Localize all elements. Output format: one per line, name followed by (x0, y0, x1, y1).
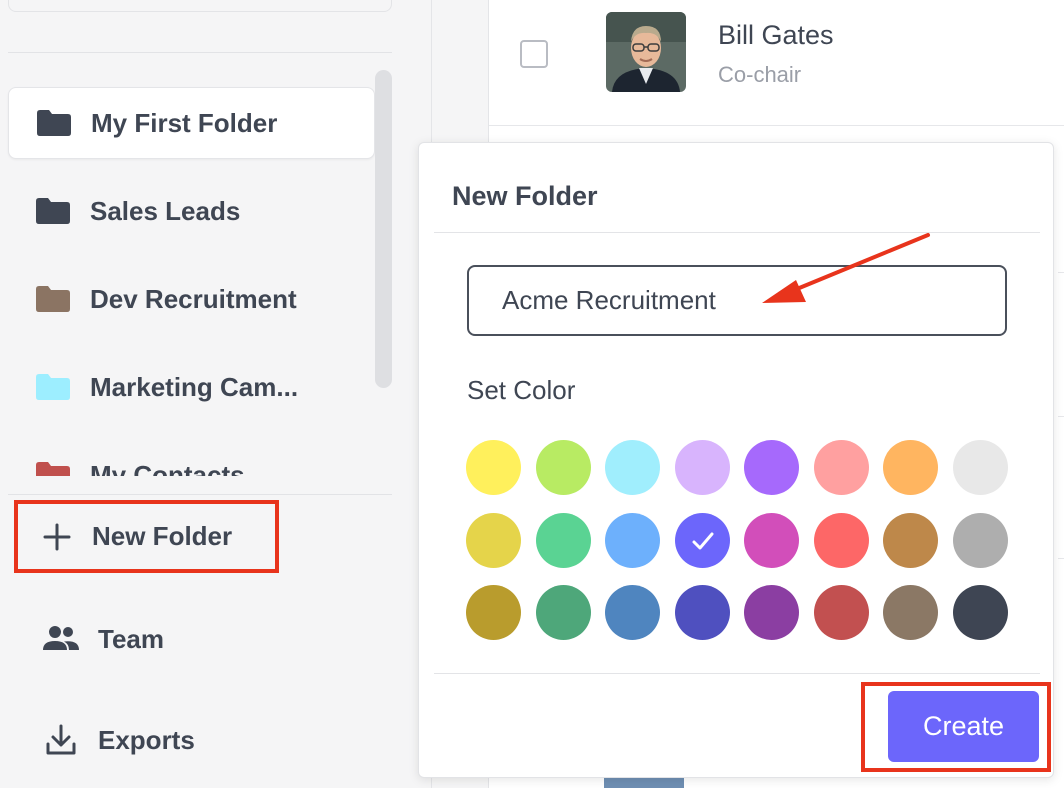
folder-icon-shape (36, 286, 70, 312)
color-swatch[interactable] (883, 440, 938, 495)
row-divider (1058, 272, 1064, 273)
nav-team[interactable]: Team (40, 619, 164, 659)
color-swatch[interactable] (675, 585, 730, 640)
contact-name[interactable]: Bill Gates (718, 20, 834, 51)
sidebar: My First Folder Sales Leads Dev Recruitm… (0, 0, 432, 788)
folder-label: Marketing Cam... (90, 371, 299, 402)
folder-item-dev-recruitment[interactable]: Dev Recruitment (8, 263, 375, 335)
sidebar-top-card (8, 0, 392, 12)
color-swatch[interactable] (814, 513, 869, 568)
new-folder-button[interactable]: New Folder (14, 500, 279, 573)
sidebar-divider (8, 52, 392, 53)
row-checkbox[interactable] (520, 40, 548, 68)
folder-icon (36, 462, 70, 476)
color-swatch[interactable] (744, 513, 799, 568)
dialog-divider (434, 232, 1040, 233)
folder-label: My Contacts (90, 459, 245, 477)
color-swatch[interactable] (953, 513, 1008, 568)
color-swatch[interactable] (814, 585, 869, 640)
folder-icon (37, 110, 71, 136)
folder-list-bottom-edge (8, 494, 392, 495)
folder-label: Dev Recruitment (90, 283, 297, 314)
folder-icon (36, 198, 70, 224)
color-swatch[interactable] (466, 585, 521, 640)
contact-title: Co-chair (718, 62, 802, 87)
new-folder-label: New Folder (92, 521, 233, 551)
dialog-divider (434, 673, 1040, 674)
folder-label: Sales Leads (90, 195, 241, 226)
folder-item-my-first-folder[interactable]: My First Folder (8, 87, 375, 159)
color-swatch[interactable] (744, 440, 799, 495)
color-swatch[interactable] (953, 585, 1008, 640)
avatar (606, 12, 686, 92)
create-button[interactable]: Create (888, 691, 1039, 762)
folder-icon-shape (36, 462, 70, 476)
folder-icon (36, 374, 70, 400)
dialog-title: New Folder (452, 181, 598, 211)
color-swatch[interactable] (675, 440, 730, 495)
nav-exports-label: Exports (98, 724, 195, 755)
color-swatch[interactable] (536, 513, 591, 568)
color-swatch[interactable] (536, 585, 591, 640)
folder-item-my-contacts[interactable]: My Contacts (8, 439, 375, 476)
avatar-portrait (606, 12, 686, 92)
folder-list-scrollbar[interactable] (375, 70, 392, 388)
color-swatch[interactable] (605, 440, 660, 495)
export-icon (46, 724, 76, 755)
color-swatch[interactable] (814, 440, 869, 495)
nav-exports[interactable]: Exports (40, 720, 195, 760)
folder-icon-shape (36, 198, 70, 224)
color-swatch[interactable] (883, 585, 938, 640)
folder-name-input[interactable] (467, 265, 1007, 336)
row-divider (1058, 558, 1064, 559)
avatar (604, 778, 684, 788)
color-swatch[interactable] (605, 585, 660, 640)
team-icon (43, 626, 79, 650)
color-swatch[interactable] (466, 513, 521, 568)
folder-icon-shape (37, 110, 71, 136)
folder-list: My First Folder Sales Leads Dev Recruitm… (0, 80, 432, 476)
folder-icon-shape (36, 374, 70, 400)
color-swatch[interactable] (953, 440, 1008, 495)
color-swatch[interactable] (536, 440, 591, 495)
check-icon (692, 532, 713, 549)
color-swatch[interactable] (466, 440, 521, 495)
nav-team-label: Team (98, 623, 164, 654)
color-swatch[interactable] (675, 513, 730, 568)
new-folder-dialog: New Folder Set Color Create (418, 142, 1054, 778)
color-swatch[interactable] (744, 585, 799, 640)
set-color-label: Set Color (467, 375, 576, 405)
plus-icon (43, 523, 71, 550)
row-divider (1058, 416, 1064, 417)
folder-item-marketing-campaign[interactable]: Marketing Cam... (8, 351, 375, 423)
color-swatch[interactable] (883, 513, 938, 568)
folder-icon (36, 286, 70, 312)
folder-item-sales-leads[interactable]: Sales Leads (8, 175, 375, 247)
folder-label: My First Folder (91, 107, 278, 138)
table-row[interactable]: Bill Gates Co-chair (489, 0, 1064, 126)
color-swatch[interactable] (605, 513, 660, 568)
